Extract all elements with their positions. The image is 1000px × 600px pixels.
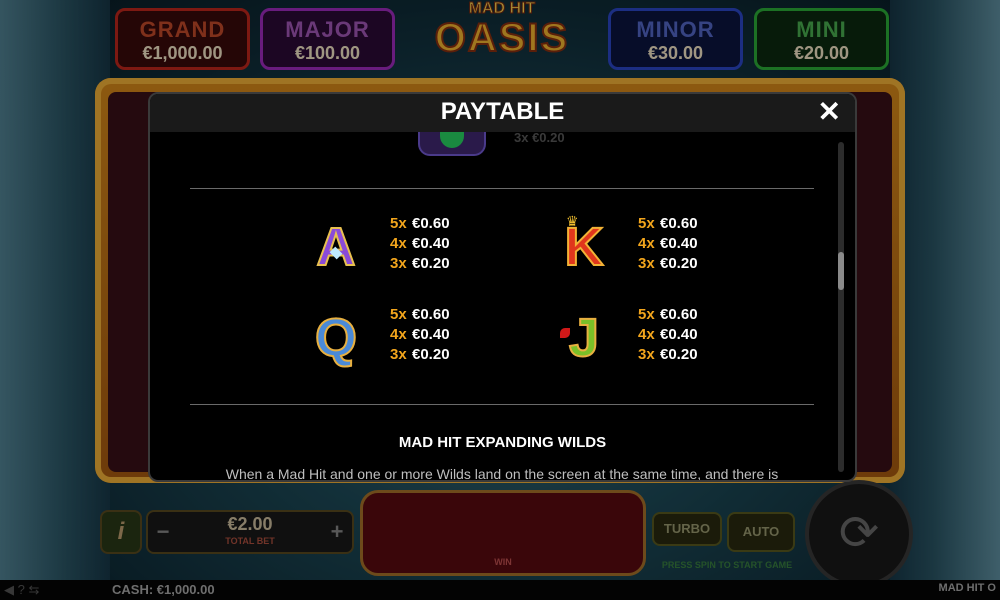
pay-multiplier: 5x [638,215,655,232]
symbol-q-pays: 5x €0.60 4x €0.40 3x €0.20 [390,305,490,365]
leaf-icon [560,328,570,338]
pay-amount: €0.40 [660,326,698,343]
symbol-a-icon: A [306,216,366,278]
paytable-scrollbar[interactable] [838,142,844,472]
pay-multiplier: 4x [390,235,407,252]
pay-amount: €0.40 [412,235,450,252]
divider-bottom [190,404,814,405]
paytable-modal: PAYTABLE ✕ 3x €0.20 A 5x €0.60 4x €0.40 3x… [148,92,857,482]
symbol-q-icon: Q [306,307,366,369]
section-text: When a Mad Hit and one or more Wilds lan… [225,466,779,482]
pay-amount: €0.60 [660,215,698,232]
symbol-q-letter: Q [314,307,358,369]
pay-amount: €0.20 [660,255,698,272]
pay-multiplier: 3x [390,255,407,272]
pay-amount: €0.60 [412,215,450,232]
pay-multiplier: 4x [638,235,655,252]
pay-multiplier: 5x [638,306,655,323]
symbol-j-letter: J [568,307,600,369]
pay-multiplier: 3x [638,346,655,363]
pay-multiplier: 5x [390,215,407,232]
scrolled-symbol-icon [418,132,486,156]
scrolled-pay-text: 3x €0.20 [514,130,565,145]
modal-header: PAYTABLE ✕ [150,94,855,132]
crown-icon: ♛ [566,213,579,229]
scroll-thumb[interactable] [838,252,844,290]
pay-multiplier: 4x [390,326,407,343]
symbol-a-pays: 5x €0.60 4x €0.40 3x €0.20 [390,214,490,274]
pay-amount: €0.40 [660,235,698,252]
pay-amount: €0.20 [412,255,450,272]
pay-amount: €0.20 [660,346,698,363]
pay-multiplier: 3x [638,255,655,272]
close-button[interactable]: ✕ [818,98,841,126]
modal-title: PAYTABLE [440,98,565,125]
pay-amount: €0.60 [412,306,450,323]
symbol-k-letter: K [564,216,605,278]
pay-multiplier: 4x [638,326,655,343]
symbol-k-icon: K ♛ [554,213,614,278]
divider-top [190,188,814,189]
pay-amount: €0.60 [660,306,698,323]
symbol-j-icon: J [554,307,614,369]
pay-multiplier: 3x [390,346,407,363]
symbol-k-pays: 5x €0.60 4x €0.40 3x €0.20 [638,214,738,274]
section-title: MAD HIT EXPANDING WILDS [398,434,607,451]
pay-amount: €0.40 [412,326,450,343]
pay-multiplier: 5x [390,306,407,323]
pay-amount: €0.20 [412,346,450,363]
symbol-j-pays: 5x €0.60 4x €0.40 3x €0.20 [638,305,738,365]
